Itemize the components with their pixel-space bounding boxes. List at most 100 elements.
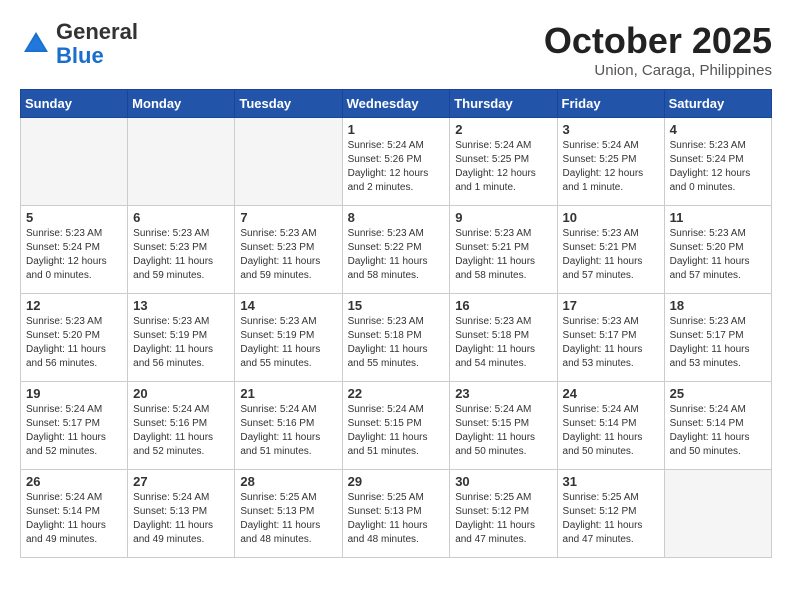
day-number: 31 (563, 474, 659, 489)
weekday-header: Tuesday (235, 90, 342, 118)
title-block: October 2025 Union, Caraga, Philippines (544, 20, 772, 79)
day-number: 2 (455, 122, 551, 137)
day-number: 19 (26, 386, 122, 401)
logo-icon (20, 28, 52, 60)
calendar-cell: 17 Sunrise: 5:23 AM Sunset: 5:17 PM Dayli… (557, 294, 664, 382)
day-info: Sunrise: 5:25 AM Sunset: 5:12 PM Dayligh… (563, 491, 659, 547)
day-number: 9 (455, 210, 551, 225)
week-row: 19 Sunrise: 5:24 AM Sunset: 5:17 PM Dayli… (21, 382, 772, 470)
week-row: 12 Sunrise: 5:23 AM Sunset: 5:20 PM Dayli… (21, 294, 772, 382)
day-info: Sunrise: 5:24 AM Sunset: 5:16 PM Dayligh… (133, 403, 229, 459)
day-number: 3 (563, 122, 659, 137)
calendar-cell: 31 Sunrise: 5:25 AM Sunset: 5:12 PM Dayli… (557, 470, 664, 558)
location-subtitle: Union, Caraga, Philippines (544, 62, 772, 79)
calendar-table: SundayMondayTuesdayWednesdayThursdayFrid… (20, 89, 772, 558)
calendar-cell: 1Sunrise: 5:24 AM Sunset: 5:26 PM Daylig… (342, 118, 450, 206)
page-header: General Blue October 2025 Union, Caraga,… (20, 20, 772, 79)
day-info: Sunrise: 5:23 AM Sunset: 5:24 PM Dayligh… (670, 139, 766, 195)
weekday-header: Saturday (664, 90, 771, 118)
weekday-header-row: SundayMondayTuesdayWednesdayThursdayFrid… (21, 90, 772, 118)
calendar-cell: 12 Sunrise: 5:23 AM Sunset: 5:20 PM Dayli… (21, 294, 128, 382)
day-info: Sunrise: 5:23 AM Sunset: 5:20 PM Dayligh… (670, 227, 766, 283)
day-number: 23 (455, 386, 551, 401)
weekday-header: Thursday (450, 90, 557, 118)
calendar-cell: 20 Sunrise: 5:24 AM Sunset: 5:16 PM Dayli… (128, 382, 235, 470)
day-number: 12 (26, 298, 122, 313)
day-info: Sunrise: 5:24 AM Sunset: 5:17 PM Dayligh… (26, 403, 122, 459)
day-info: Sunrise: 5:23 AM Sunset: 5:24 PM Dayligh… (26, 227, 122, 283)
calendar-cell: 5 Sunrise: 5:23 AM Sunset: 5:24 PM Daylig… (21, 206, 128, 294)
day-number: 8 (348, 210, 445, 225)
day-number: 6 (133, 210, 229, 225)
calendar-cell: 30Sunrise: 5:25 AM Sunset: 5:12 PM Dayli… (450, 470, 557, 558)
day-info: Sunrise: 5:24 AM Sunset: 5:15 PM Dayligh… (348, 403, 445, 459)
calendar-cell: 28Sunrise: 5:25 AM Sunset: 5:13 PM Dayli… (235, 470, 342, 558)
day-info: Sunrise: 5:23 AM Sunset: 5:18 PM Dayligh… (348, 315, 445, 371)
day-number: 5 (26, 210, 122, 225)
day-info: Sunrise: 5:24 AM Sunset: 5:15 PM Dayligh… (455, 403, 551, 459)
day-info: Sunrise: 5:23 AM Sunset: 5:19 PM Dayligh… (240, 315, 336, 371)
day-info: Sunrise: 5:23 AM Sunset: 5:17 PM Dayligh… (563, 315, 659, 371)
day-number: 7 (240, 210, 336, 225)
calendar-cell: 26Sunrise: 5:24 AM Sunset: 5:14 PM Dayli… (21, 470, 128, 558)
day-number: 16 (455, 298, 551, 313)
day-info: Sunrise: 5:24 AM Sunset: 5:25 PM Dayligh… (563, 139, 659, 195)
day-number: 15 (348, 298, 445, 313)
day-info: Sunrise: 5:24 AM Sunset: 5:25 PM Dayligh… (455, 139, 551, 195)
calendar-cell: 25 Sunrise: 5:24 AM Sunset: 5:14 PM Dayli… (664, 382, 771, 470)
day-info: Sunrise: 5:23 AM Sunset: 5:23 PM Dayligh… (240, 227, 336, 283)
day-number: 25 (670, 386, 766, 401)
calendar-cell: 3 Sunrise: 5:24 AM Sunset: 5:25 PM Daylig… (557, 118, 664, 206)
day-info: Sunrise: 5:25 AM Sunset: 5:13 PM Dayligh… (348, 491, 445, 547)
calendar-cell: 19 Sunrise: 5:24 AM Sunset: 5:17 PM Dayli… (21, 382, 128, 470)
day-info: Sunrise: 5:24 AM Sunset: 5:26 PM Dayligh… (348, 139, 445, 195)
day-info: Sunrise: 5:24 AM Sunset: 5:16 PM Dayligh… (240, 403, 336, 459)
calendar-cell: 15 Sunrise: 5:23 AM Sunset: 5:18 PM Dayli… (342, 294, 450, 382)
weekday-header: Monday (128, 90, 235, 118)
day-number: 11 (670, 210, 766, 225)
calendar-cell: 11 Sunrise: 5:23 AM Sunset: 5:20 PM Dayli… (664, 206, 771, 294)
day-info: Sunrise: 5:24 AM Sunset: 5:14 PM Dayligh… (26, 491, 122, 547)
day-info: Sunrise: 5:23 AM Sunset: 5:20 PM Dayligh… (26, 315, 122, 371)
weekday-header: Wednesday (342, 90, 450, 118)
logo-text: General Blue (56, 20, 138, 68)
day-info: Sunrise: 5:23 AM Sunset: 5:22 PM Dayligh… (348, 227, 445, 283)
calendar-cell: 14 Sunrise: 5:23 AM Sunset: 5:19 PM Dayli… (235, 294, 342, 382)
logo: General Blue (20, 20, 138, 68)
day-number: 29 (348, 474, 445, 489)
calendar-cell (21, 118, 128, 206)
calendar-cell: 23 Sunrise: 5:24 AM Sunset: 5:15 PM Dayli… (450, 382, 557, 470)
calendar-cell (128, 118, 235, 206)
day-number: 17 (563, 298, 659, 313)
calendar-cell: 10 Sunrise: 5:23 AM Sunset: 5:21 PM Dayli… (557, 206, 664, 294)
day-number: 27 (133, 474, 229, 489)
day-number: 20 (133, 386, 229, 401)
calendar-cell: 4Sunrise: 5:23 AM Sunset: 5:24 PM Daylig… (664, 118, 771, 206)
weekday-header: Sunday (21, 90, 128, 118)
week-row: 26Sunrise: 5:24 AM Sunset: 5:14 PM Dayli… (21, 470, 772, 558)
day-info: Sunrise: 5:24 AM Sunset: 5:14 PM Dayligh… (563, 403, 659, 459)
calendar-cell (664, 470, 771, 558)
day-info: Sunrise: 5:24 AM Sunset: 5:13 PM Dayligh… (133, 491, 229, 547)
calendar-cell: 6Sunrise: 5:23 AM Sunset: 5:23 PM Daylig… (128, 206, 235, 294)
calendar-cell: 18Sunrise: 5:23 AM Sunset: 5:17 PM Dayli… (664, 294, 771, 382)
weekday-header: Friday (557, 90, 664, 118)
calendar-cell (235, 118, 342, 206)
calendar-cell: 21Sunrise: 5:24 AM Sunset: 5:16 PM Dayli… (235, 382, 342, 470)
calendar-cell: 9Sunrise: 5:23 AM Sunset: 5:21 PM Daylig… (450, 206, 557, 294)
day-info: Sunrise: 5:23 AM Sunset: 5:21 PM Dayligh… (563, 227, 659, 283)
day-number: 14 (240, 298, 336, 313)
day-info: Sunrise: 5:23 AM Sunset: 5:18 PM Dayligh… (455, 315, 551, 371)
day-info: Sunrise: 5:24 AM Sunset: 5:14 PM Dayligh… (670, 403, 766, 459)
day-number: 13 (133, 298, 229, 313)
day-info: Sunrise: 5:23 AM Sunset: 5:19 PM Dayligh… (133, 315, 229, 371)
day-info: Sunrise: 5:25 AM Sunset: 5:12 PM Dayligh… (455, 491, 551, 547)
day-number: 24 (563, 386, 659, 401)
day-number: 10 (563, 210, 659, 225)
calendar-cell: 2 Sunrise: 5:24 AM Sunset: 5:25 PM Daylig… (450, 118, 557, 206)
calendar-cell: 7 Sunrise: 5:23 AM Sunset: 5:23 PM Daylig… (235, 206, 342, 294)
day-number: 18 (670, 298, 766, 313)
week-row: 5 Sunrise: 5:23 AM Sunset: 5:24 PM Daylig… (21, 206, 772, 294)
calendar-cell: 8 Sunrise: 5:23 AM Sunset: 5:22 PM Daylig… (342, 206, 450, 294)
day-number: 22 (348, 386, 445, 401)
